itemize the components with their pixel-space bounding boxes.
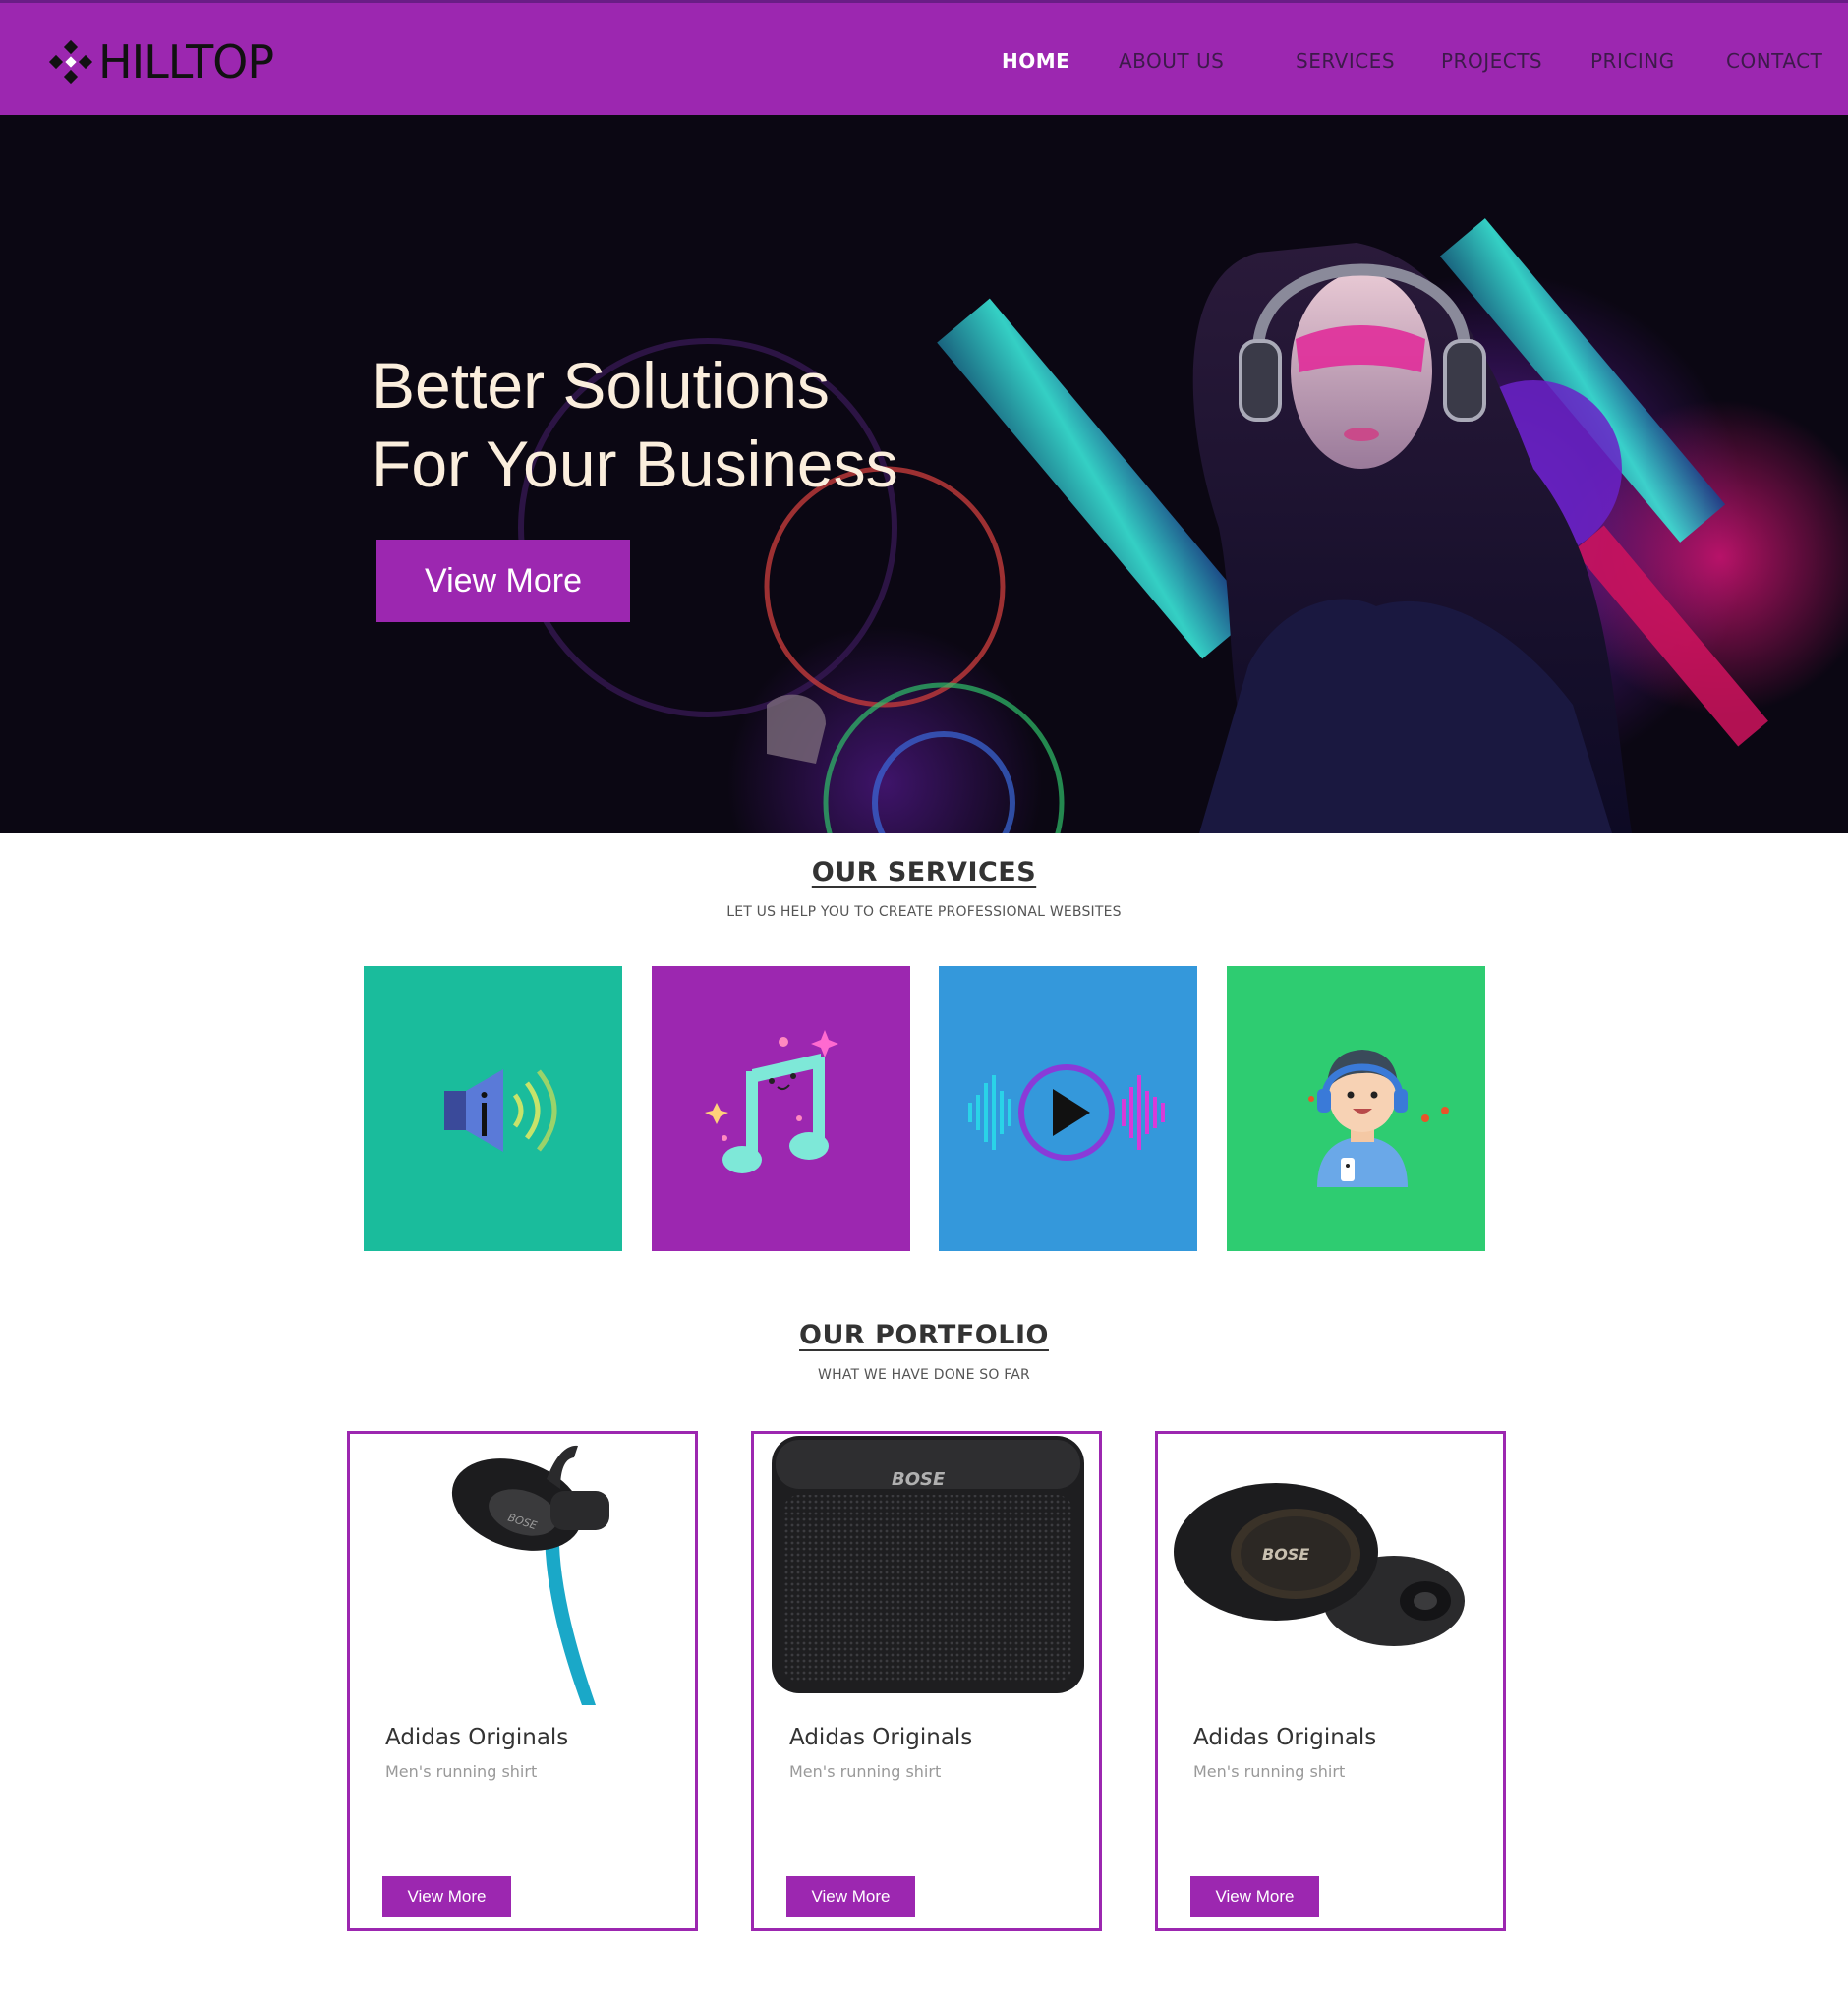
portfolio-item-name: Adidas Originals [385, 1725, 569, 1750]
portfolio-item-desc: Men's running shirt [385, 1762, 538, 1781]
portfolio-title: OUR PORTFOLIO [799, 1320, 1049, 1350]
portfolio-item-name: Adidas Originals [1193, 1725, 1377, 1750]
portfolio-card: BOSE Adidas Originals Men's running shir… [751, 1431, 1102, 1931]
hero-banner: Better Solutions For Your Business View … [0, 115, 1848, 833]
nav-about-us[interactable]: ABOUT US [1119, 49, 1224, 73]
portfolio-card: BOSE Adidas Originals Men's running shir… [1155, 1431, 1506, 1931]
speaker-icon [443, 1069, 556, 1152]
portfolio-item-desc: Men's running shirt [789, 1762, 942, 1781]
diamond-cluster-icon [48, 39, 93, 85]
hero-title-line-2: For Your Business [372, 428, 898, 500]
portfolio-view-more-button[interactable]: View More [1190, 1876, 1319, 1917]
portfolio-view-more-button[interactable]: View More [786, 1876, 915, 1917]
nav-services[interactable]: SERVICES [1296, 49, 1395, 73]
portfolio-item-desc: Men's running shirt [1193, 1762, 1346, 1781]
service-tile-audio[interactable] [939, 966, 1197, 1251]
service-tile-speaker[interactable] [364, 966, 622, 1251]
hero-view-more-button[interactable]: View More [376, 540, 630, 622]
hero-title-line-1: Better Solutions [372, 349, 830, 422]
brand-name: HILLTOP [98, 35, 274, 88]
svg-text:BOSE: BOSE [1262, 1545, 1309, 1564]
hero-title: Better Solutions For Your Business [372, 346, 1060, 503]
svg-text:BOSE: BOSE [892, 1469, 946, 1490]
music-note-icon [704, 1030, 838, 1173]
portfolio-subtitle: WHAT WE HAVE DONE SO FAR [818, 1367, 1030, 1383]
true-wireless-earbuds-image: BOSE [1158, 1434, 1503, 1709]
service-tile-music[interactable] [652, 966, 910, 1251]
nav-contact[interactable]: CONTACT [1726, 49, 1822, 73]
portfolio-item-name: Adidas Originals [789, 1725, 973, 1750]
nav-pricing[interactable]: PRICING [1590, 49, 1675, 73]
service-tile-listener[interactable] [1227, 966, 1485, 1251]
nav-projects[interactable]: PROJECTS [1441, 49, 1542, 73]
wireless-earbud-image: BOSE [350, 1434, 695, 1709]
listener-avatar-icon [1307, 1050, 1449, 1187]
logo[interactable]: HILLTOP [47, 32, 274, 91]
bluetooth-speaker-image: BOSE [754, 1434, 1099, 1709]
nav-home[interactable]: HOME [1002, 49, 1069, 73]
services-title: OUR SERVICES [811, 857, 1037, 887]
navbar: HILLTOP HOME ABOUT US SERVICES PROJECTS … [0, 3, 1848, 115]
portfolio-view-more-button[interactable]: View More [382, 1876, 511, 1917]
audio-play-icon [967, 1064, 1165, 1161]
services-subtitle: LET US HELP YOU TO CREATE PROFESSIONAL W… [726, 904, 1122, 920]
portfolio-card: BOSE Adidas Originals Men's running shir… [347, 1431, 698, 1931]
